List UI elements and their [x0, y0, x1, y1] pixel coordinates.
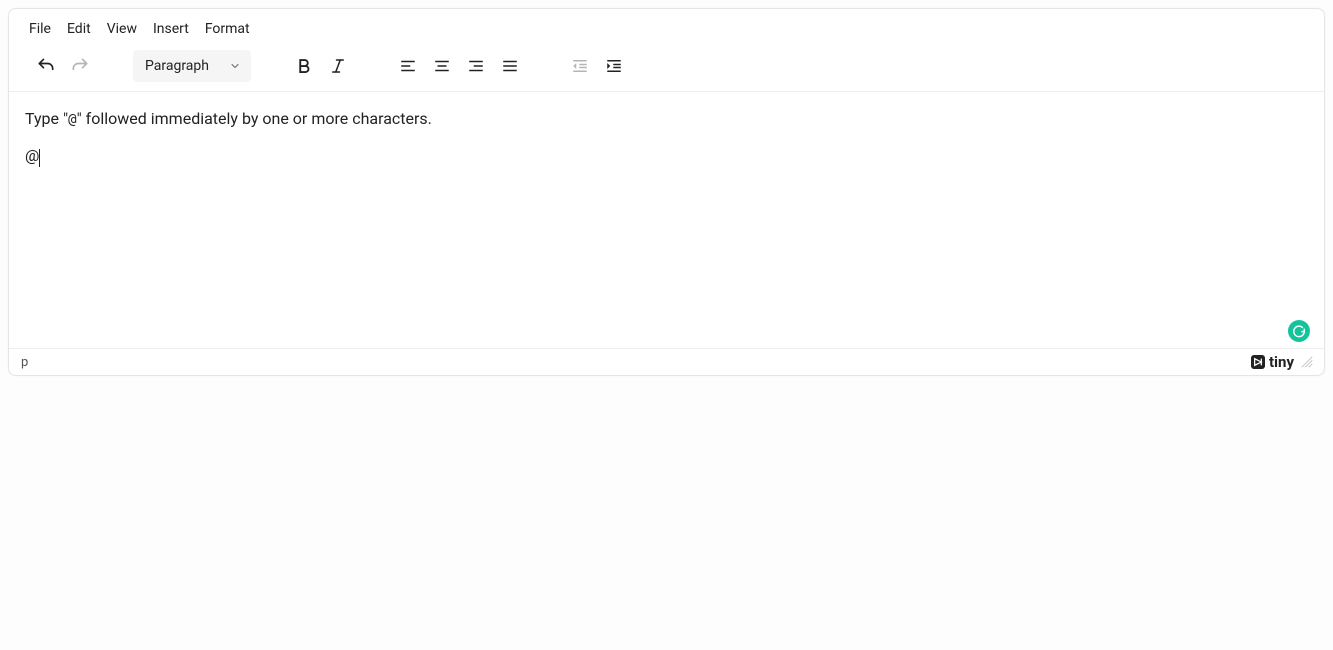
align-justify-icon: [501, 57, 519, 75]
outdent-button[interactable]: [563, 49, 597, 83]
text-style-group: [281, 49, 361, 83]
bold-button[interactable]: [287, 49, 321, 83]
text-segment: Type ": [25, 109, 68, 128]
code-segment: @: [68, 112, 76, 128]
tiny-brand-text: tiny: [1269, 353, 1294, 371]
block-format-select[interactable]: Paragraph: [133, 50, 251, 82]
menu-view[interactable]: View: [107, 17, 137, 41]
element-path[interactable]: p: [21, 355, 28, 370]
editor-content[interactable]: Type "@" followed immediately by one or …: [9, 92, 1324, 348]
indent-button[interactable]: [597, 49, 631, 83]
align-left-button[interactable]: [391, 49, 425, 83]
tiny-mark-icon: [1251, 355, 1265, 369]
indent-group: [557, 49, 637, 83]
statusbar: p tiny: [9, 348, 1324, 375]
toolbar: Paragraph: [9, 45, 1324, 92]
typed-text: @: [25, 146, 39, 165]
align-right-button[interactable]: [459, 49, 493, 83]
text-caret: [39, 149, 40, 167]
resize-icon: [1300, 355, 1314, 369]
redo-button[interactable]: [63, 49, 97, 83]
redo-icon: [70, 56, 90, 76]
undo-button[interactable]: [29, 49, 63, 83]
text-segment: " followed immediately by one or more ch…: [77, 109, 432, 128]
align-center-icon: [433, 57, 451, 75]
block-format-label: Paragraph: [145, 58, 209, 74]
italic-icon: [329, 57, 347, 75]
tiny-branding[interactable]: tiny: [1251, 353, 1294, 371]
undo-icon: [36, 56, 56, 76]
menu-insert[interactable]: Insert: [153, 17, 189, 41]
italic-button[interactable]: [321, 49, 355, 83]
content-line-2: @: [25, 145, 1308, 167]
menubar: File Edit View Insert Format: [9, 9, 1324, 45]
bold-icon: [295, 57, 313, 75]
menu-file[interactable]: File: [29, 17, 51, 41]
chevron-down-icon: [229, 60, 241, 72]
content-line-1: Type "@" followed immediately by one or …: [25, 108, 1308, 131]
grammarly-icon: [1292, 324, 1306, 338]
menu-edit[interactable]: Edit: [67, 17, 91, 41]
alignment-group: [385, 49, 533, 83]
editor-container: File Edit View Insert Format Paragraph: [8, 8, 1325, 376]
resize-handle[interactable]: [1300, 355, 1314, 369]
menu-format[interactable]: Format: [205, 17, 250, 41]
align-justify-button[interactable]: [493, 49, 527, 83]
align-right-icon: [467, 57, 485, 75]
history-group: [23, 49, 103, 83]
grammarly-badge[interactable]: [1288, 320, 1310, 342]
indent-icon: [605, 57, 623, 75]
outdent-icon: [571, 57, 589, 75]
align-center-button[interactable]: [425, 49, 459, 83]
align-left-icon: [399, 57, 417, 75]
